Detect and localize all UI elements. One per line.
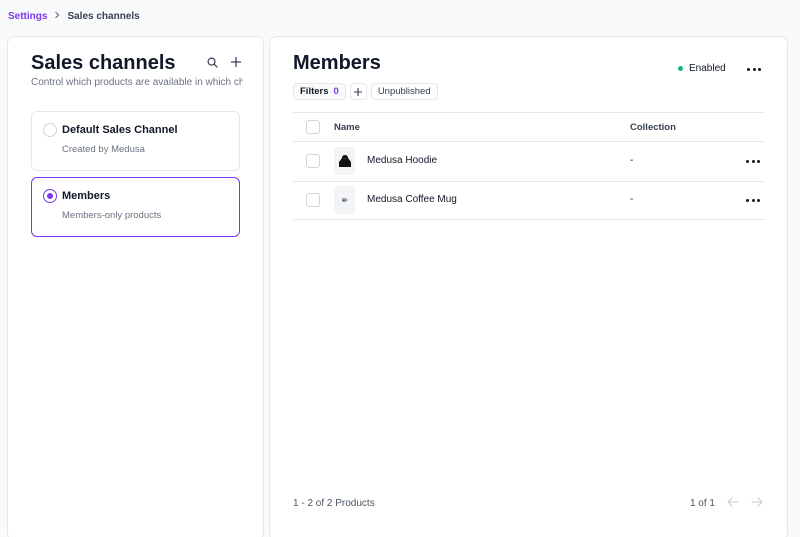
channel-description: Created by Medusa: [62, 144, 145, 155]
channel-radio[interactable]: [43, 189, 57, 203]
channel-card-members[interactable]: Members Members-only products: [31, 177, 240, 237]
sales-channels-title: Sales channels: [31, 52, 176, 74]
row-more-icon[interactable]: [746, 197, 760, 203]
channel-title: Members: [293, 52, 381, 74]
table-row[interactable]: Medusa Hoodie -: [293, 141, 764, 181]
row-more-icon[interactable]: [746, 158, 760, 164]
add-filter-button[interactable]: [349, 83, 367, 100]
pagination: 1 of 1: [690, 497, 763, 509]
breadcrumb-settings-link[interactable]: Settings: [8, 11, 47, 22]
sales-channels-panel: Sales channels Control which products ar…: [7, 36, 264, 537]
filters-label: Filters: [300, 86, 329, 97]
hoodie-icon: [338, 155, 351, 168]
channel-detail-panel: Members Enabled Filters 0 Unpublished Na…: [269, 36, 788, 537]
mug-icon: [341, 198, 347, 203]
product-collection: -: [630, 155, 634, 167]
channel-name: Members: [62, 190, 111, 202]
page-indicator: 1 of 1: [689, 497, 715, 509]
product-thumbnail: [334, 147, 355, 176]
row-checkbox[interactable]: [306, 154, 320, 169]
search-icon[interactable]: [205, 55, 219, 69]
sales-channels-subtitle: Control which products are available in …: [31, 77, 243, 88]
filters-button[interactable]: Filters 0: [293, 83, 346, 100]
breadcrumb: Settings Sales channels: [8, 11, 140, 22]
more-options-icon[interactable]: [747, 66, 761, 72]
column-header-name[interactable]: Name: [334, 122, 360, 133]
chevron-right-icon: [53, 11, 61, 22]
product-name: Medusa Coffee Mug: [367, 194, 457, 206]
channel-card-default[interactable]: Default Sales Channel Created by Medusa: [31, 111, 240, 171]
arrow-right-icon[interactable]: [751, 497, 763, 509]
plus-icon: [354, 87, 363, 96]
column-header-collection[interactable]: Collection: [630, 122, 676, 133]
status-badge: Enabled: [678, 63, 726, 74]
status-label: Enabled: [689, 63, 726, 74]
channel-name: Default Sales Channel: [62, 124, 178, 136]
status-dot: [678, 66, 683, 71]
pagination-count: 1 - 2 of 2 Products: [293, 498, 375, 509]
arrow-left-icon[interactable]: [727, 497, 739, 509]
channel-description: Members-only products: [62, 210, 162, 221]
breadcrumb-current: Sales channels: [67, 11, 140, 22]
plus-icon[interactable]: [229, 55, 243, 69]
channel-radio[interactable]: [43, 123, 57, 137]
table-row[interactable]: Medusa Coffee Mug -: [293, 180, 764, 220]
row-checkbox[interactable]: [306, 193, 320, 208]
product-collection: -: [630, 194, 634, 206]
unpublished-filter-chip[interactable]: Unpublished: [370, 83, 438, 100]
filters-count: 0: [333, 86, 339, 97]
product-name: Medusa Hoodie: [367, 155, 438, 167]
sales-channels-actions: [205, 55, 243, 69]
table-header: Name Collection: [293, 112, 764, 141]
filter-bar: Filters 0 Unpublished: [293, 83, 438, 100]
product-thumbnail: [334, 186, 355, 215]
select-all-checkbox[interactable]: [306, 120, 320, 134]
products-table: Name Collection Medusa Hoodie - Medusa C…: [293, 112, 764, 220]
